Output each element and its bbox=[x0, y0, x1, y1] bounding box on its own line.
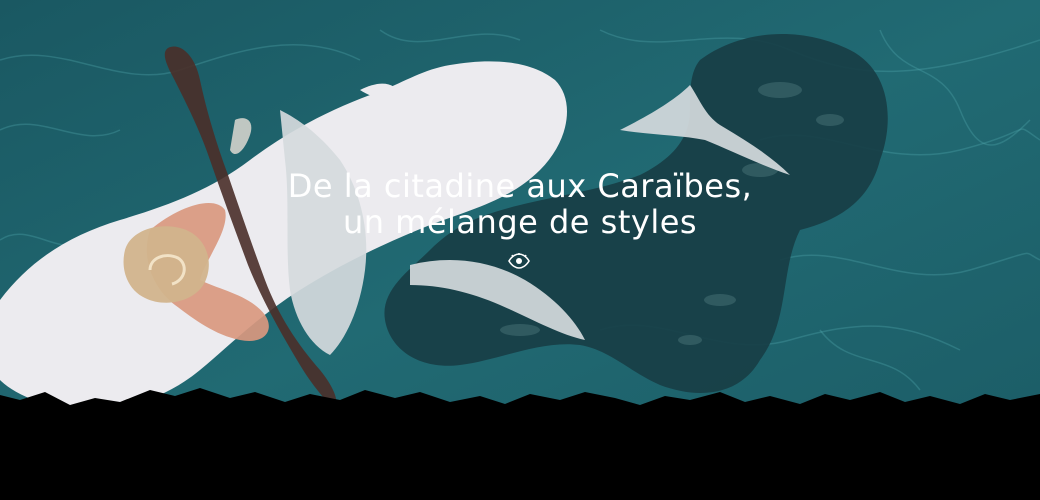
hero-title: De la citadine aux Caraïbes, un mélange … bbox=[0, 168, 1040, 240]
hero-title-line-1: De la citadine aux Caraïbes, bbox=[287, 167, 753, 205]
reveal-button[interactable] bbox=[507, 252, 531, 270]
hero-section: De la citadine aux Caraïbes, un mélange … bbox=[0, 0, 1040, 500]
ground-silhouette bbox=[0, 388, 1040, 500]
hero-title-line-2: un mélange de styles bbox=[342, 203, 698, 241]
hero-artwork bbox=[0, 0, 1040, 500]
eye-icon bbox=[508, 253, 530, 269]
